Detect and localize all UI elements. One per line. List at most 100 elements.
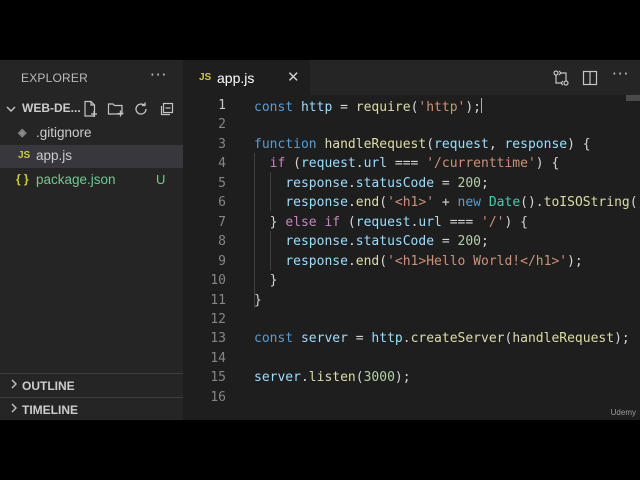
- text-cursor: [481, 98, 483, 113]
- code-token: response: [285, 175, 348, 191]
- close-icon[interactable]: ✕: [287, 68, 300, 86]
- code-token: (: [426, 136, 435, 152]
- explorer-sidebar: EXPLORER ··· WEB-DE... ◈ .gitignore JS a…: [0, 60, 183, 420]
- code-token: =: [434, 175, 458, 191]
- code-token: }: [254, 214, 286, 230]
- file-item-package-json[interactable]: { } package.json U: [0, 169, 183, 192]
- code-token: url: [418, 214, 442, 230]
- file-item-app-js[interactable]: JS app.js: [0, 145, 183, 168]
- code-line[interactable]: 3 function handleRequest(request, respons…: [183, 136, 640, 155]
- code-token: ;: [481, 234, 489, 250]
- code-line[interactable]: 5 response.statusCode = 200;: [183, 175, 640, 194]
- refresh-icon[interactable]: [133, 101, 149, 117]
- code-token: ===: [387, 156, 427, 172]
- code-line[interactable]: 4 if (request.url === '/currenttime') {: [183, 155, 640, 174]
- open-changes-icon[interactable]: [552, 70, 570, 86]
- new-file-icon[interactable]: [82, 100, 98, 118]
- line-number: 16: [210, 389, 226, 405]
- code-token: }: [254, 292, 262, 308]
- code-line[interactable]: 1 const http = require('http');: [183, 97, 640, 116]
- code-line[interactable]: 15 server.listen(3000);: [183, 369, 640, 388]
- code-token: ().: [520, 195, 544, 211]
- code-token: );: [567, 253, 583, 269]
- scrollbar[interactable]: [626, 95, 640, 420]
- outline-section[interactable]: OUTLINE: [0, 373, 183, 397]
- code-token: end: [355, 195, 380, 211]
- collapse-all-icon[interactable]: [159, 101, 175, 117]
- file-name: package.json: [36, 172, 116, 187]
- line-number: 2: [218, 117, 226, 133]
- code-token: server: [300, 331, 348, 347]
- code-token: (: [379, 195, 388, 211]
- code-line[interactable]: 12: [183, 311, 640, 330]
- code-line[interactable]: 13 const server = http.createServer(handl…: [183, 330, 640, 349]
- new-folder-icon[interactable]: [107, 100, 125, 118]
- code-text: response.end('<h1>Hello World!</h1>');: [254, 253, 583, 269]
- code-line[interactable]: 8 response.statusCode = 200;: [183, 233, 640, 252]
- line-number: 13: [210, 331, 226, 347]
- code-token: (: [379, 253, 388, 269]
- split-editor-icon[interactable]: [582, 70, 598, 86]
- code-token: handleRequest: [512, 331, 615, 347]
- code-token: response: [285, 234, 348, 250]
- code-token: ) {: [535, 156, 560, 172]
- explorer-title: EXPLORER: [21, 71, 88, 85]
- code-token: ===: [441, 214, 482, 230]
- line-number: 3: [218, 136, 226, 152]
- code-token: http: [300, 100, 333, 115]
- code-token: (: [355, 370, 364, 386]
- timeline-label: TIMELINE: [22, 403, 78, 417]
- file-item-gitignore[interactable]: ◈ .gitignore: [0, 122, 183, 145]
- line-number: 12: [210, 311, 226, 327]
- code-token: server: [254, 370, 301, 386]
- code-token: 'http': [418, 100, 466, 115]
- code-token: }: [254, 273, 278, 289]
- code-token: new: [457, 195, 482, 211]
- code-token: request: [300, 156, 356, 172]
- javascript-file-icon: JS: [199, 72, 212, 83]
- code-token: .: [402, 331, 411, 347]
- line-number: 1: [218, 98, 226, 113]
- code-line[interactable]: 7 } else if (request.url === '/') {: [183, 214, 640, 233]
- code-line[interactable]: 9 response.end('<h1>Hello World!</h1>');: [183, 253, 640, 272]
- code-text: }: [254, 273, 278, 289]
- code-token: response: [285, 253, 348, 269]
- more-actions-icon[interactable]: ···: [150, 66, 167, 84]
- code-token: http: [371, 331, 403, 347]
- javascript-file-icon: JS: [18, 150, 31, 161]
- code-token: response: [504, 136, 568, 152]
- code-text: response.end('<h1>' + new Date().toISOSt…: [254, 195, 640, 210]
- code-line[interactable]: 10 }: [183, 272, 640, 291]
- code-line[interactable]: 14: [183, 350, 640, 369]
- code-token: '/currenttime': [426, 156, 536, 172]
- code-text: const http = require('http');: [254, 98, 483, 115]
- scrollbar-thumb[interactable]: [626, 95, 640, 101]
- code-token: 3000: [363, 370, 395, 386]
- code-token: end: [355, 253, 380, 269]
- code-token: '<h1>': [387, 195, 435, 211]
- code-line[interactable]: 11}: [183, 292, 640, 311]
- folder-header[interactable]: WEB-DE...: [0, 98, 183, 120]
- outline-label: OUTLINE: [22, 379, 75, 393]
- code-editor[interactable]: 1 const http = require('http'); 2 3 function…: [183, 95, 640, 420]
- code-text: server.listen(3000);: [254, 370, 411, 385]
- code-token: request: [434, 136, 489, 152]
- code-line[interactable]: 16: [183, 389, 640, 408]
- line-number: 5: [218, 175, 226, 191]
- code-token: else if: [285, 214, 341, 230]
- code-line[interactable]: 2: [183, 116, 640, 135]
- code-token: createServer: [410, 331, 505, 347]
- code-token: const: [254, 331, 294, 347]
- chevron-down-icon: [6, 106, 16, 112]
- code-token: toISOString: [543, 195, 630, 211]
- timeline-section[interactable]: TIMELINE: [0, 397, 183, 420]
- more-actions-icon[interactable]: ···: [612, 65, 629, 83]
- code-line[interactable]: 6 response.end('<h1>' + new Date().toISO…: [183, 194, 640, 213]
- code-token: .: [347, 234, 356, 250]
- tab-app-js[interactable]: JS app.js ✕: [183, 60, 310, 95]
- code-token: require: [355, 100, 411, 115]
